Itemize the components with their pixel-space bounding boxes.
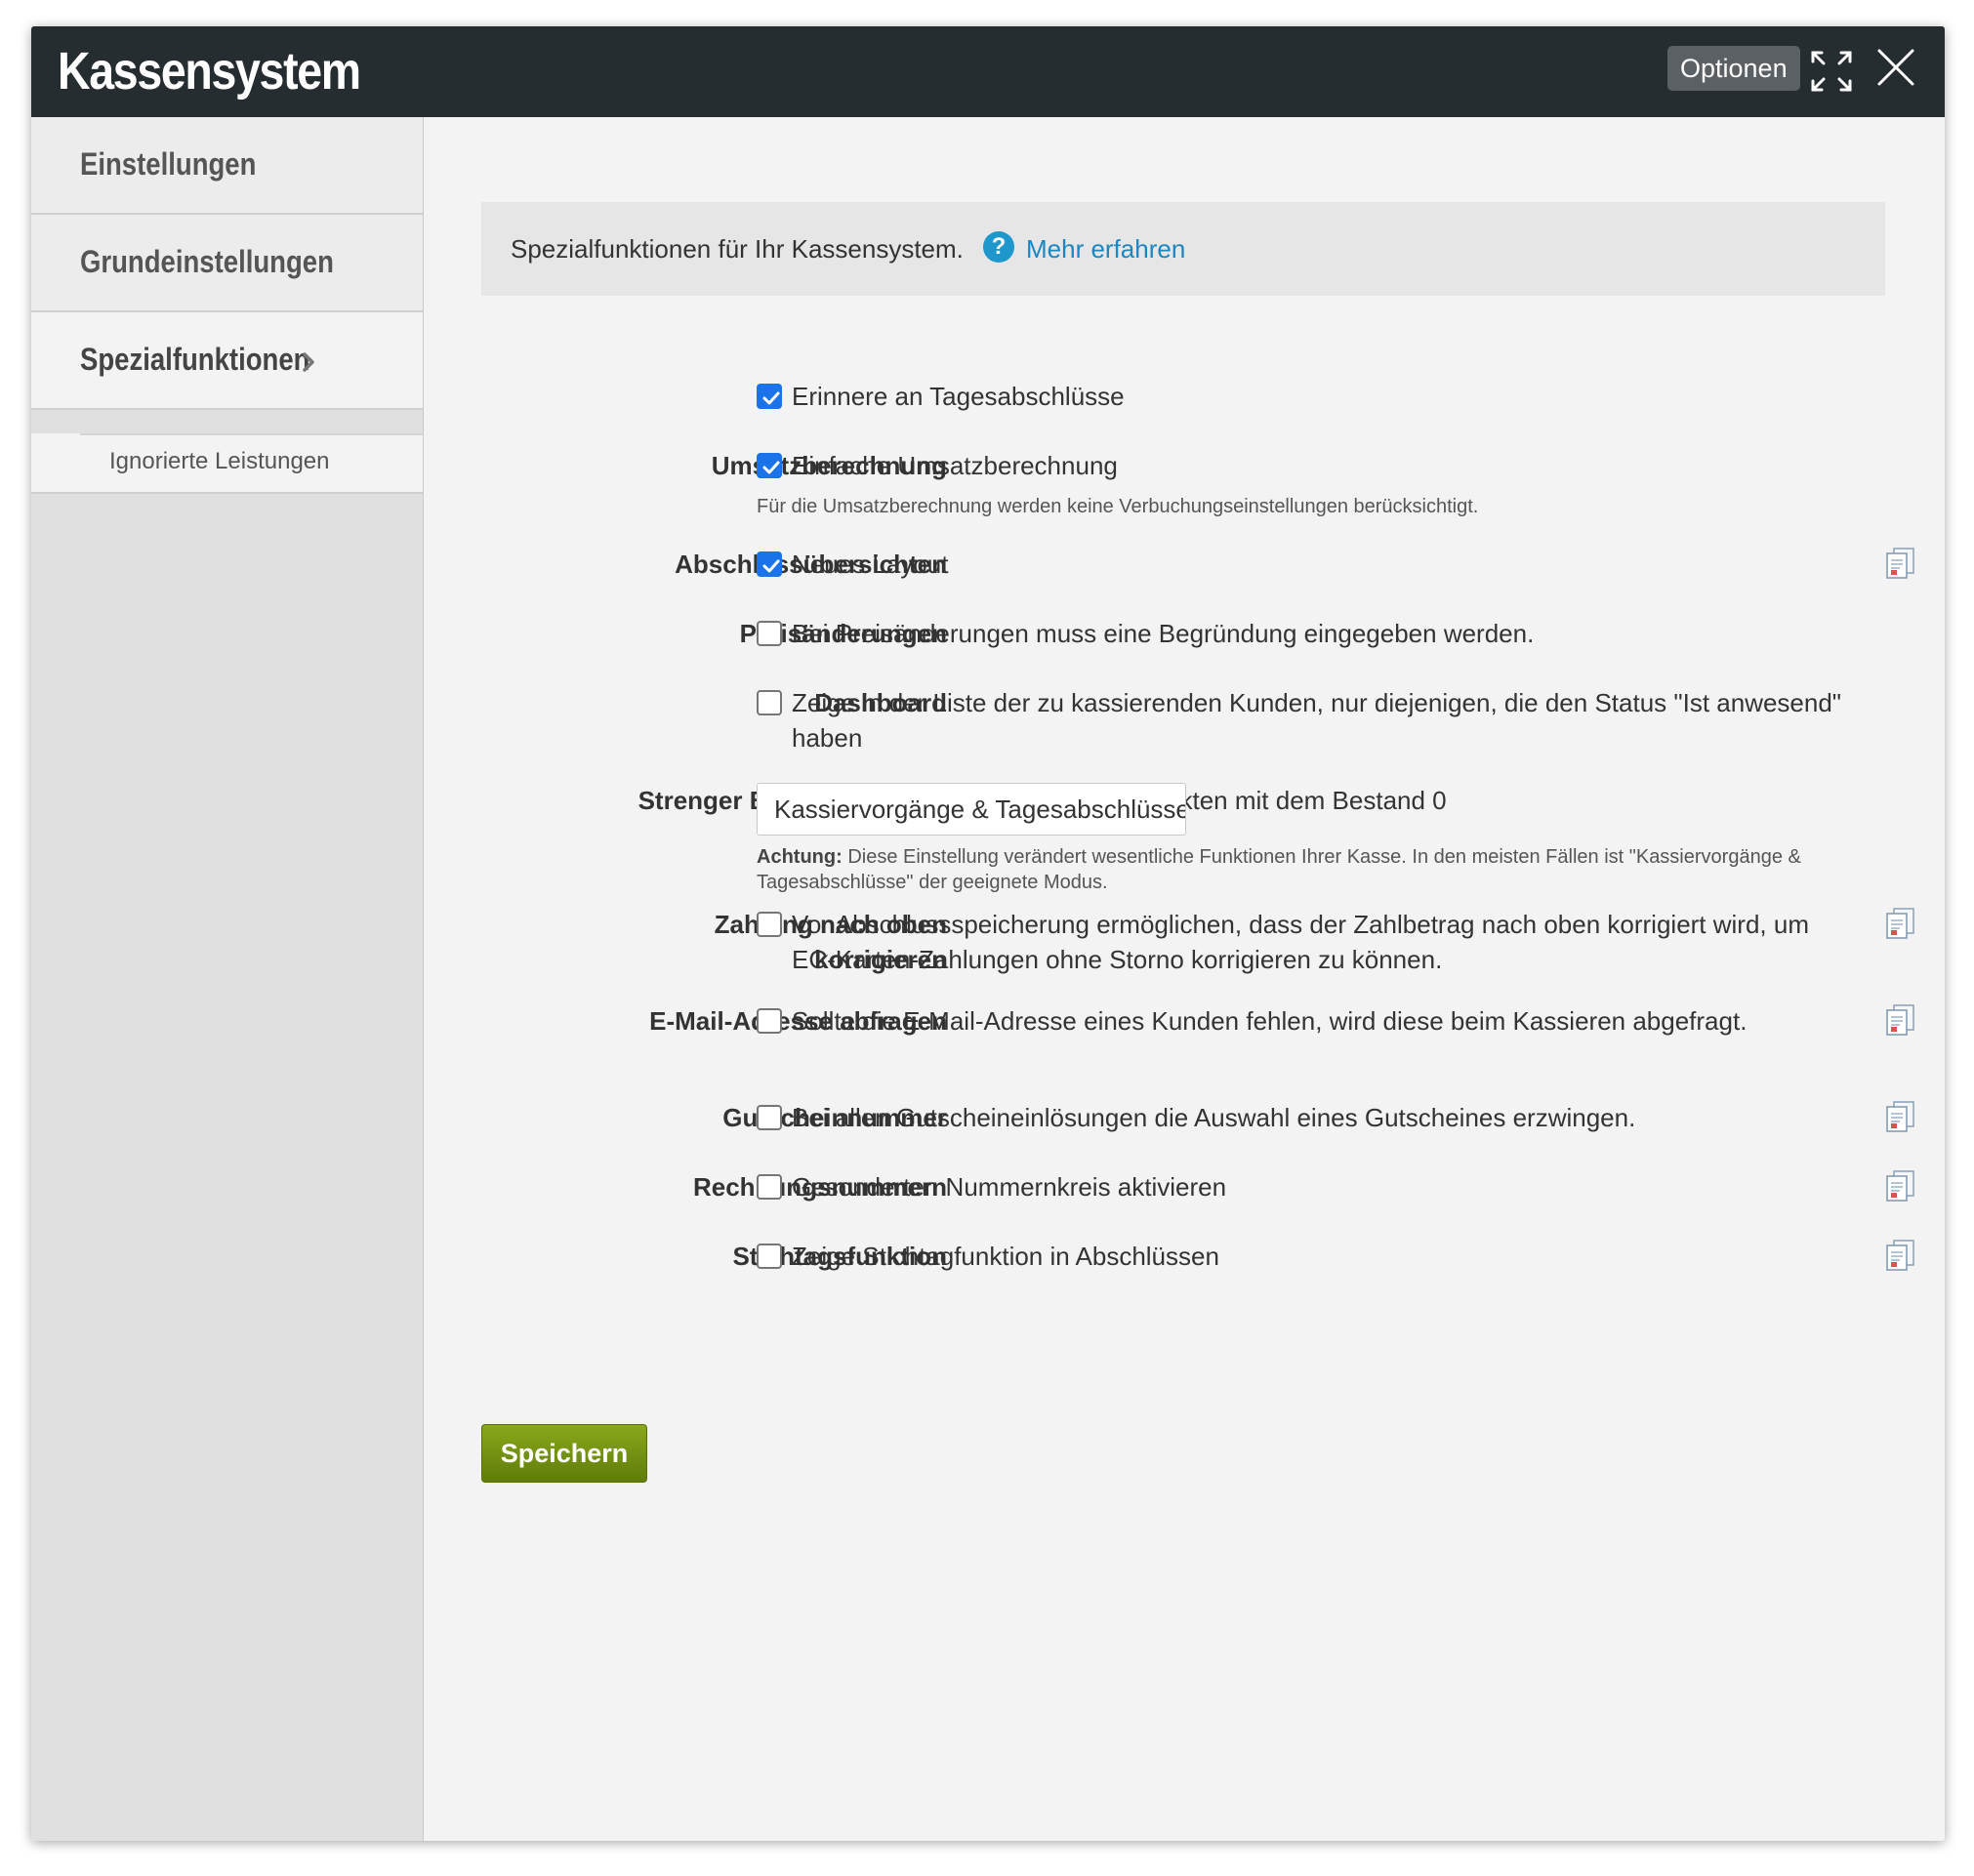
document-copy-icon[interactable]	[1884, 1100, 1917, 1133]
checkbox-gutschein-erzwingen[interactable]	[757, 1105, 782, 1130]
checkbox-einfache-umsatzberechnung[interactable]	[757, 453, 782, 478]
save-button[interactable]: Speichern	[481, 1424, 647, 1483]
sidebar-item-spezialfunktionen[interactable]: Spezialfunktionen	[31, 312, 423, 410]
sidebar-item-einstellungen[interactable]: Einstellungen	[31, 117, 423, 215]
help-icon[interactable]: ?	[983, 231, 1014, 263]
checkbox-stichtagfunktion[interactable]	[757, 1244, 782, 1269]
document-copy-icon[interactable]	[1884, 1003, 1917, 1037]
app-title: Kassensystem	[58, 42, 361, 101]
sidebar-subitem-label: Ignorierte Leistungen	[109, 448, 330, 474]
document-copy-icon[interactable]	[1884, 1169, 1917, 1203]
setting-text: Einfache Umsatzberechnung	[792, 451, 1118, 480]
divider	[80, 433, 423, 435]
anzeigeoption-note: Achtung: Diese Einstellung verändert wes…	[757, 844, 1879, 895]
checkbox-preisaenderung-begruendung[interactable]	[757, 621, 782, 646]
setting-text: Neues Layout	[792, 550, 949, 579]
sidebar-item-label: Spezialfunktionen	[80, 342, 310, 377]
document-copy-icon[interactable]	[1884, 1239, 1917, 1272]
sidebar-item-grundeinstellungen[interactable]: Grundeinstellungen	[31, 215, 423, 312]
setting-text: Erinnere an Tagesabschlüsse	[792, 382, 1125, 411]
checkmark-icon	[762, 391, 780, 405]
anzeigeoption-select[interactable]: Kassiervorgänge & Tagesabschlüsse	[757, 783, 1186, 836]
close-icon[interactable]	[1876, 48, 1915, 87]
title-bar: Kassensystem Optionen	[31, 26, 1945, 117]
setting-text: Zeige Stichtagfunktion in Abschlüssen	[792, 1242, 1219, 1271]
checkbox-nummernkreis[interactable]	[757, 1174, 782, 1200]
checkmark-icon	[762, 461, 780, 474]
setting-text: Bei Preisänderungen muss eine Begründung…	[792, 619, 1535, 648]
setting-text: Zeige in der Liste der zu kassierenden K…	[792, 688, 1842, 753]
note-warning-label: Achtung:	[757, 846, 843, 868]
checkbox-neues-layout[interactable]	[757, 551, 782, 577]
setting-text: Sollte die E-Mail-Adresse eines Kunden f…	[792, 1006, 1748, 1036]
sidebar-item-label: Einstellungen	[80, 146, 257, 182]
main-content: Spezialfunktionen für Ihr Kassensystem. …	[423, 117, 1945, 1841]
select-value: Kassiervorgänge & Tagesabschlüsse	[774, 795, 1186, 824]
document-copy-icon[interactable]	[1884, 547, 1917, 580]
options-button[interactable]: Optionen	[1667, 46, 1800, 91]
setting-text: Bei allen Gutscheineinlösungen die Auswa…	[792, 1103, 1636, 1132]
expand-icon[interactable]	[1810, 50, 1853, 93]
setting-text: Gesonderten Nummernkreis aktivieren	[792, 1172, 1227, 1202]
checkbox-tagesabschluss-erinnerung[interactable]	[757, 384, 782, 409]
sidebar: Einstellungen Grundeinstellungen Spezial…	[31, 117, 424, 1841]
info-banner: Spezialfunktionen für Ihr Kassensystem. …	[481, 202, 1885, 296]
checkbox-email-abfragen[interactable]	[757, 1008, 782, 1034]
note-text: Diese Einstellung verändert wesentliche …	[757, 846, 1801, 893]
app-window: Kassensystem Optionen Einstellungen Grun…	[31, 26, 1945, 1841]
chevron-right-icon	[303, 352, 314, 372]
setting-text: Vor Abschlussspeicherung ermöglichen, da…	[792, 910, 1809, 974]
checkbox-zahlung-korrigieren[interactable]	[757, 912, 782, 937]
checkbox-dashboard-anwesend[interactable]	[757, 690, 782, 715]
document-copy-icon[interactable]	[1884, 907, 1917, 940]
sidebar-item-label: Grundeinstellungen	[80, 244, 334, 279]
info-text: Spezialfunktionen für Ihr Kassensystem.	[511, 234, 964, 264]
more-info-link[interactable]: Mehr erfahren	[1026, 234, 1185, 265]
checkmark-icon	[762, 559, 780, 573]
sidebar-subitem-ignorierte-leistungen[interactable]: Ignorierte Leistungen	[31, 433, 423, 494]
setting-note: Für die Umsatzberechnung werden keine Ve…	[757, 496, 1479, 517]
